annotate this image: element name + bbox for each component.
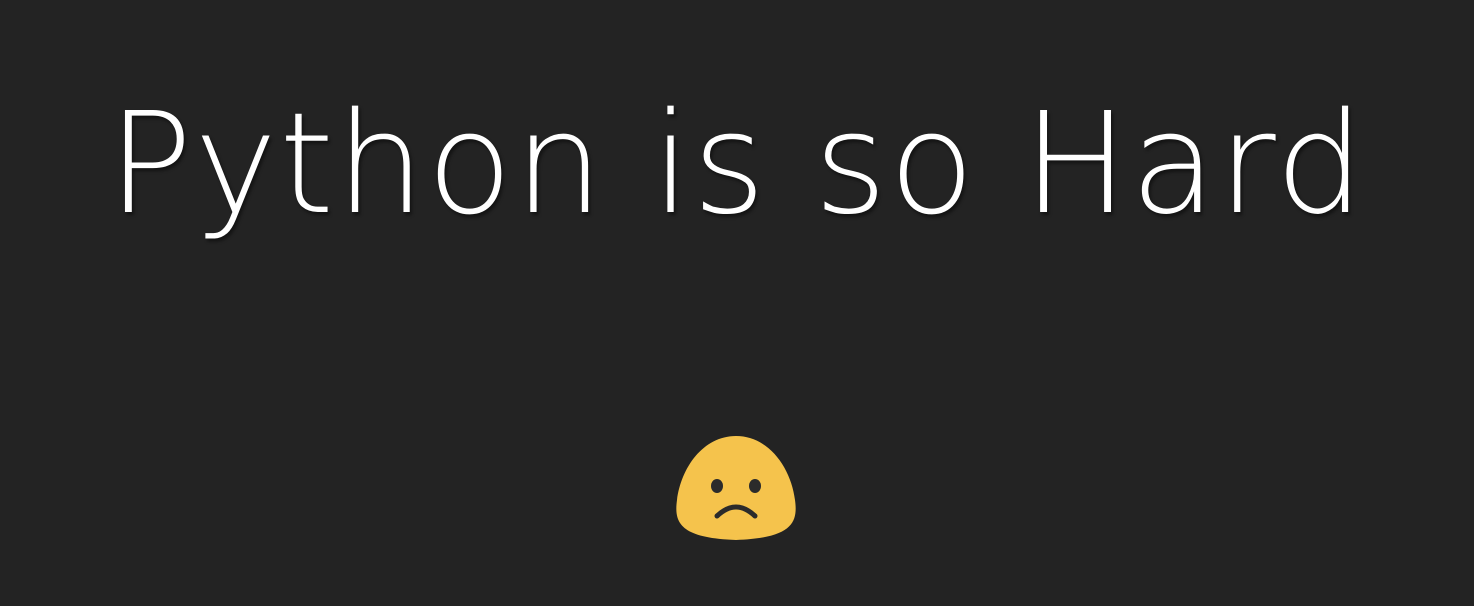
emoji-left-eye — [711, 479, 723, 493]
emoji-face — [676, 436, 796, 540]
frowning-face-icon — [673, 434, 799, 542]
headline-text: Python is so Hard — [107, 83, 1367, 246]
slide: Python is so Hard — [0, 0, 1474, 606]
emoji-right-eye — [749, 479, 761, 493]
